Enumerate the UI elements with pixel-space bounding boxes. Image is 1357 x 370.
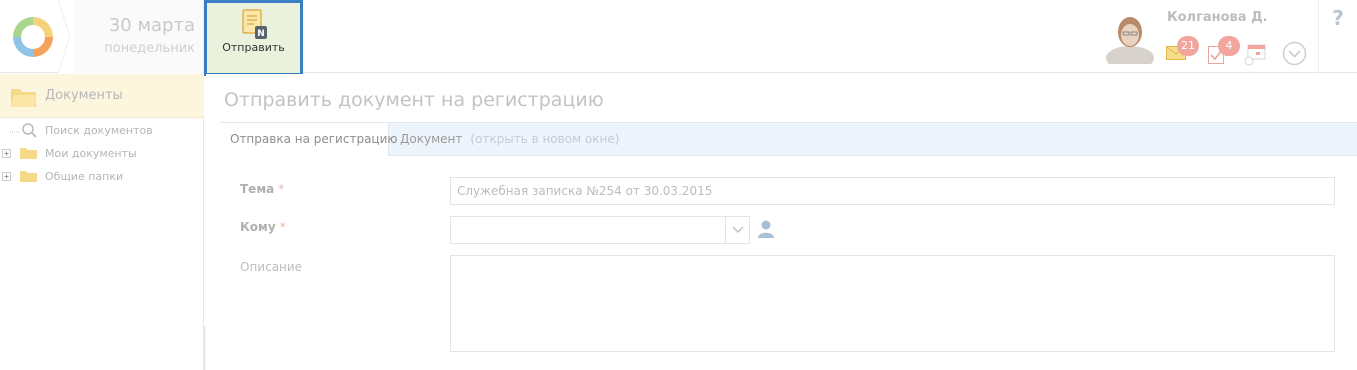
main-content: Отправить документ на регистрацию Отправ… <box>206 74 1357 370</box>
send-button-label: Отправить <box>222 41 285 54</box>
tab-send-for-registration[interactable]: Отправка на регистрацию <box>220 123 397 156</box>
description-textarea[interactable] <box>450 255 1335 352</box>
sidebar-item-my-documents[interactable]: Мои документы <box>0 143 204 163</box>
sidebar-title: Документы <box>45 88 123 103</box>
date-day: 30 марта <box>108 15 195 36</box>
search-icon <box>10 123 37 138</box>
recipient-dropdown-toggle[interactable] <box>725 217 749 243</box>
description-label: Описание <box>240 260 303 274</box>
help-button[interactable]: ? <box>1318 0 1357 73</box>
subject-label-text: Тема <box>240 182 275 196</box>
open-in-new-window-link[interactable]: (открыть в новом окне) <box>470 132 619 146</box>
send-button[interactable]: N Отправить <box>204 0 303 76</box>
subject-label: Тема * <box>240 182 284 196</box>
sidebar-header-documents[interactable]: Документы <box>0 74 204 118</box>
sidebar-item-shared-folders[interactable]: Общие папки <box>0 166 204 186</box>
expand-folder-icon[interactable] <box>2 146 38 160</box>
user-area: Колганова Д. 21 4 <box>1100 0 1318 73</box>
person-picker-icon[interactable] <box>758 220 774 238</box>
send-document-icon: N <box>242 9 267 39</box>
tab-bar: Отправка на регистрацию Документ (открыть… <box>220 122 1357 156</box>
date-panel: 30 марта понедельник <box>70 0 204 73</box>
expand-folder-icon[interactable] <box>2 169 38 183</box>
sidebar-item-label: Мои документы <box>45 147 137 160</box>
page-title: Отправить документ на регистрацию <box>224 89 604 111</box>
tab-label: Отправка на регистрацию <box>230 132 398 146</box>
tab-document[interactable]: Документ (открыть в новом окне) <box>390 123 629 156</box>
to-label-text: Кому <box>240 220 276 234</box>
open-folder-icon <box>11 89 37 107</box>
logo-icon[interactable] <box>10 14 56 60</box>
sidebar-item-label: Поиск документов <box>45 124 153 137</box>
date-weekday: понедельник <box>104 41 195 56</box>
mail-count-badge: 21 <box>1177 36 1199 56</box>
chevron-down-icon <box>732 226 744 234</box>
svg-text:N: N <box>257 29 265 39</box>
calendar-icon[interactable] <box>1244 44 1266 66</box>
user-notification-icons: 21 4 <box>1166 36 1316 68</box>
date-panel-arrow <box>58 0 74 73</box>
avatar[interactable] <box>1104 8 1156 64</box>
top-bar: 30 марта понедельник N Отправить Колгано… <box>0 0 1357 76</box>
user-name[interactable]: Колганова Д. <box>1167 10 1268 25</box>
to-label: Кому * <box>240 220 286 234</box>
tab-label: Документ <box>400 132 463 146</box>
sidebar: Документы Поиск документов Мои документы <box>0 74 204 370</box>
required-mark: * <box>278 182 285 196</box>
recipient-select[interactable] <box>450 216 750 244</box>
sidebar-item-search[interactable]: Поиск документов <box>0 120 204 140</box>
subject-field[interactable]: Служебная записка №254 от 30.03.2015 <box>450 177 1335 205</box>
required-mark: * <box>279 220 286 234</box>
sidebar-item-label: Общие папки <box>45 170 124 183</box>
tasks-count-badge: 4 <box>1218 36 1240 56</box>
chevron-down-icon[interactable] <box>1282 41 1307 66</box>
